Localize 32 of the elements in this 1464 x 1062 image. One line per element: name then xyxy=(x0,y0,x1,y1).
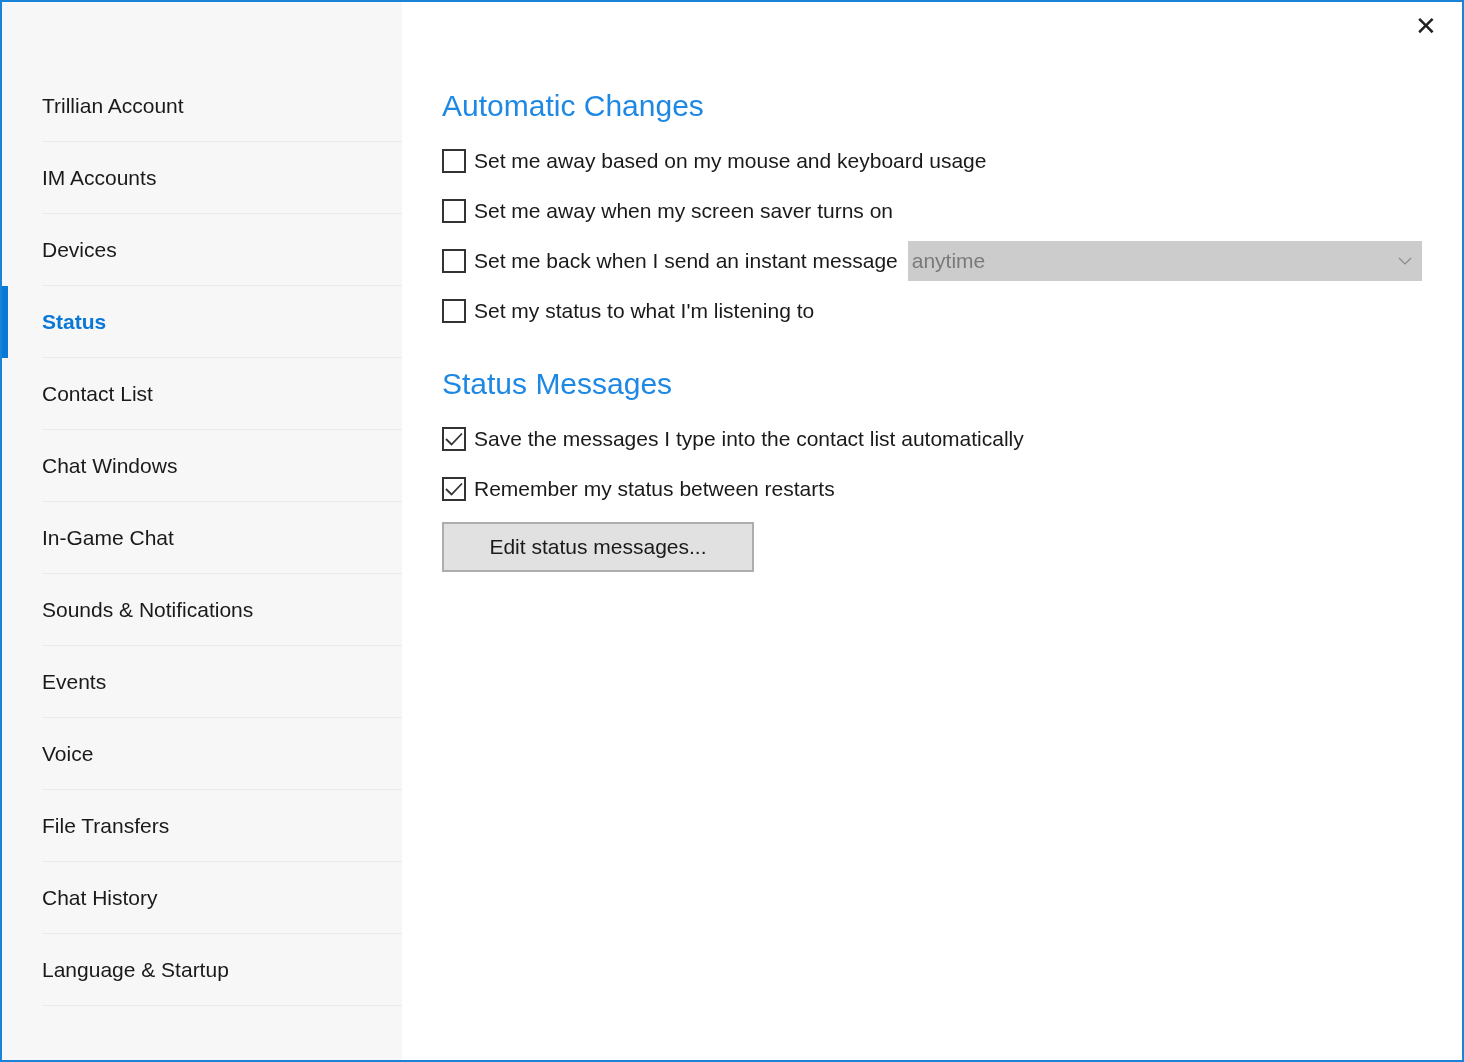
close-button[interactable]: ✕ xyxy=(1410,10,1442,42)
sidebar-item[interactable]: Events xyxy=(42,646,402,718)
checkbox-option[interactable]: Remember my status between restarts xyxy=(442,473,835,505)
checkbox[interactable] xyxy=(442,249,466,273)
sidebar-item[interactable]: IM Accounts xyxy=(42,142,402,214)
sidebar-item[interactable]: Trillian Account xyxy=(42,70,402,142)
checkbox-option[interactable]: Save the messages I type into the contact list automatically xyxy=(442,423,1024,455)
checkbox-option[interactable]: Set my status to what I'm listening to xyxy=(442,295,815,327)
sidebar-item[interactable]: Sounds & Notifications xyxy=(42,574,402,646)
checkbox-option[interactable]: Set me back when I send an instant message xyxy=(442,245,898,277)
checkbox-option[interactable]: Set me away when my screen saver turns on xyxy=(442,195,893,227)
checkbox[interactable] xyxy=(442,477,466,501)
sidebar-item[interactable]: Contact List xyxy=(42,358,402,430)
checkbox[interactable] xyxy=(442,199,466,223)
section-heading: Automatic Changes xyxy=(442,88,705,124)
sidebar-item[interactable]: Language & Startup xyxy=(42,934,402,1006)
chevron-down-icon xyxy=(1398,257,1412,265)
sidebar-item[interactable]: File Transfers xyxy=(42,790,402,862)
checkmark-icon xyxy=(445,432,463,446)
sidebar-item[interactable]: Status xyxy=(42,286,402,358)
checkbox[interactable] xyxy=(442,149,466,173)
section-heading: Status Messages xyxy=(442,366,674,402)
edit-status-messages-button[interactable]: Edit status messages... xyxy=(442,522,754,572)
sidebar-item[interactable]: Chat History xyxy=(42,862,402,934)
sidebar-item[interactable]: Devices xyxy=(42,214,402,286)
checkmark-icon xyxy=(445,482,463,496)
sidebar-item[interactable]: Voice xyxy=(42,718,402,790)
checkbox[interactable] xyxy=(442,299,466,323)
sidebar-item[interactable]: Chat Windows xyxy=(42,430,402,502)
checkbox-option[interactable]: Set me away based on my mouse and keyboard usage xyxy=(442,145,987,177)
checkbox[interactable] xyxy=(442,427,466,451)
sidebar-item[interactable]: In-Game Chat xyxy=(42,502,402,574)
